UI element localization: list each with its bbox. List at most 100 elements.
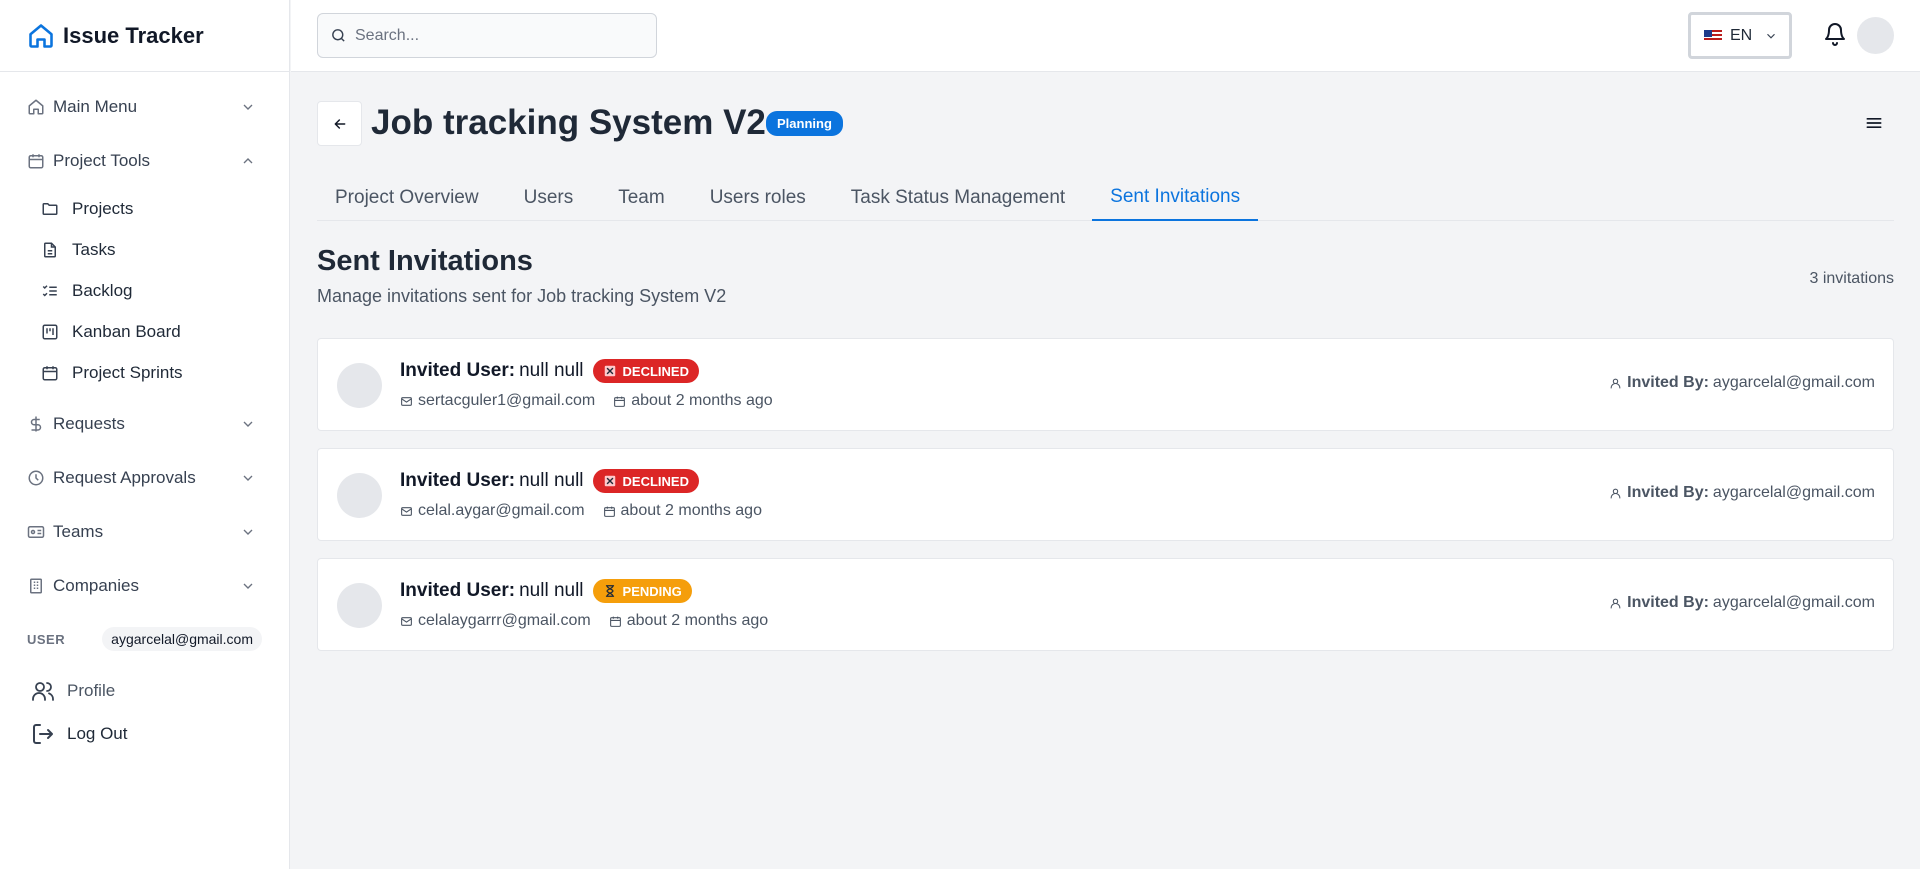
sidebar-group-teams[interactable]: Teams <box>0 505 289 559</box>
sidebar-group-requests[interactable]: Requests <box>0 397 289 451</box>
list-checks-icon <box>41 282 59 300</box>
sidebar: Issue Tracker Main Menu Project Tools Pr… <box>0 0 290 869</box>
invitee-email: celalaygarrr@gmail.com <box>418 612 591 629</box>
logout-link[interactable]: Log Out <box>0 712 289 755</box>
invitation-count: 3 invitations <box>1809 270 1895 287</box>
invitation-header: Invited User: null null DECLINED <box>400 359 699 383</box>
tab-users[interactable]: Users <box>506 175 592 221</box>
user-icon <box>1610 488 1621 498</box>
users-icon <box>32 681 54 701</box>
invited-by: Invited By: aygarcelal@gmail.com <box>1609 484 1875 502</box>
log-out-icon <box>33 723 53 744</box>
inviter-email: aygarcelal@gmail.com <box>1712 484 1875 501</box>
chevron-down-icon <box>240 578 256 594</box>
sidebar-item-tasks[interactable]: Tasks <box>0 229 289 270</box>
sidebar-item-backlog[interactable]: Backlog <box>0 270 289 311</box>
search-box[interactable] <box>317 13 657 58</box>
user-icon <box>1610 598 1621 608</box>
project-status-badge: Planning <box>766 111 843 136</box>
invited-user-name: null null <box>519 470 584 491</box>
sidebar-item-label: Tasks <box>72 239 116 259</box>
building-icon <box>27 577 45 595</box>
back-button[interactable] <box>317 101 362 146</box>
invitation-card: Invited User: null null DECLINED celal.a… <box>317 448 1894 541</box>
user-row: USER aygarcelal@gmail.com <box>0 619 289 659</box>
project-tools-items: Projects Tasks Backlog Kanban Board Proj… <box>0 188 289 397</box>
status-text: DECLINED <box>622 363 689 379</box>
status-badge: PENDING <box>592 579 692 603</box>
sidebar-group-request-approvals[interactable]: Request Approvals <box>0 451 289 505</box>
sidebar-group-main-menu[interactable]: Main Menu <box>0 80 289 134</box>
invitee-email: celal.aygar@gmail.com <box>418 502 585 519</box>
sidebar-group-label: Requests <box>53 414 125 433</box>
invited-by-label: Invited By: <box>1627 594 1709 611</box>
chevron-down-icon <box>240 470 256 486</box>
language-select[interactable]: EN <box>1688 12 1792 59</box>
dollar-icon <box>27 415 45 433</box>
sidebar-item-label: Kanban Board <box>72 321 181 341</box>
brand[interactable]: Issue Tracker <box>0 0 289 72</box>
tab-users-roles[interactable]: Users roles <box>692 175 824 221</box>
sidebar-item-label: Projects <box>72 198 134 218</box>
sidebar-nav: Main Menu Project Tools Projects Tasks B… <box>0 72 289 755</box>
id-card-icon <box>27 523 45 541</box>
sidebar-group-label: Main Menu <box>53 97 138 116</box>
project-tabs: Project Overview Users Team Users roles … <box>317 175 1894 221</box>
section-title: Sent Invitations <box>317 245 533 277</box>
invited-user-label: Invited User: <box>400 360 516 381</box>
tab-task-status-management[interactable]: Task Status Management <box>833 175 1083 221</box>
calendar-icon <box>41 364 59 382</box>
invitee-avatar <box>337 363 382 408</box>
sidebar-item-project-sprints[interactable]: Project Sprints <box>0 352 289 393</box>
invitee-avatar <box>337 583 382 628</box>
logout-label: Log Out <box>67 723 128 743</box>
invitee-email: sertacguler1@gmail.com <box>418 392 596 409</box>
sidebar-item-kanban-board[interactable]: Kanban Board <box>0 311 289 352</box>
sidebar-group-companies[interactable]: Companies <box>0 559 289 613</box>
us-flag-icon <box>1704 29 1722 42</box>
invited-user-name: null null <box>519 360 584 381</box>
calendar-icon <box>614 396 626 407</box>
invitation-card: Invited User: null null DECLINED sertacg… <box>317 338 1894 431</box>
chevron-down-icon <box>240 524 256 540</box>
invitation-header: Invited User: null null PENDING <box>400 579 692 603</box>
bell-icon[interactable] <box>1823 22 1847 46</box>
x-square-icon <box>604 365 615 377</box>
file-text-icon <box>41 241 59 259</box>
profile-link[interactable]: Profile <box>0 669 289 712</box>
invitation-time: about 2 months ago <box>626 612 769 629</box>
sidebar-group-project-tools[interactable]: Project Tools <box>0 134 289 188</box>
inviter-email: aygarcelal@gmail.com <box>1712 594 1875 611</box>
invited-by-label: Invited By: <box>1627 374 1709 391</box>
user-icon <box>1610 378 1621 388</box>
invited-by: Invited By: aygarcelal@gmail.com <box>1609 374 1875 392</box>
section-subtitle: Manage invitations sent for Job tracking… <box>317 286 727 306</box>
sidebar-group-label: Project Tools <box>53 151 151 170</box>
invited-user-label: Invited User: <box>400 470 516 491</box>
mail-icon <box>401 616 412 626</box>
search-icon <box>332 29 345 42</box>
invited-by: Invited By: aygarcelal@gmail.com <box>1609 594 1875 612</box>
tab-team[interactable]: Team <box>600 175 682 221</box>
main-content: Job tracking System V2 Planning Project … <box>291 73 1920 869</box>
calendar-icon <box>27 152 45 170</box>
chevron-down-icon <box>240 99 256 115</box>
tab-project-overview[interactable]: Project Overview <box>317 175 497 221</box>
menu-icon[interactable] <box>1864 113 1884 133</box>
invitation-card: Invited User: null null PENDING celalayg… <box>317 558 1894 651</box>
sidebar-item-label: Backlog <box>72 280 133 300</box>
invited-user-name: null null <box>519 580 584 601</box>
status-badge: DECLINED <box>592 469 699 493</box>
search-input[interactable] <box>355 26 635 45</box>
inviter-email: aygarcelal@gmail.com <box>1712 374 1875 391</box>
user-avatar[interactable] <box>1857 17 1894 54</box>
status-badge: DECLINED <box>592 359 699 383</box>
invitation-header: Invited User: null null DECLINED <box>400 469 699 493</box>
language-value: EN <box>1730 26 1753 44</box>
invitation-time: about 2 months ago <box>620 502 762 519</box>
sidebar-item-projects[interactable]: Projects <box>0 188 289 229</box>
invitation-list: Invited User: null null DECLINED sertacg… <box>317 338 1894 668</box>
chevron-down-icon <box>1764 29 1778 43</box>
arrow-left-icon <box>334 118 345 129</box>
tab-sent-invitations[interactable]: Sent Invitations <box>1092 175 1259 221</box>
